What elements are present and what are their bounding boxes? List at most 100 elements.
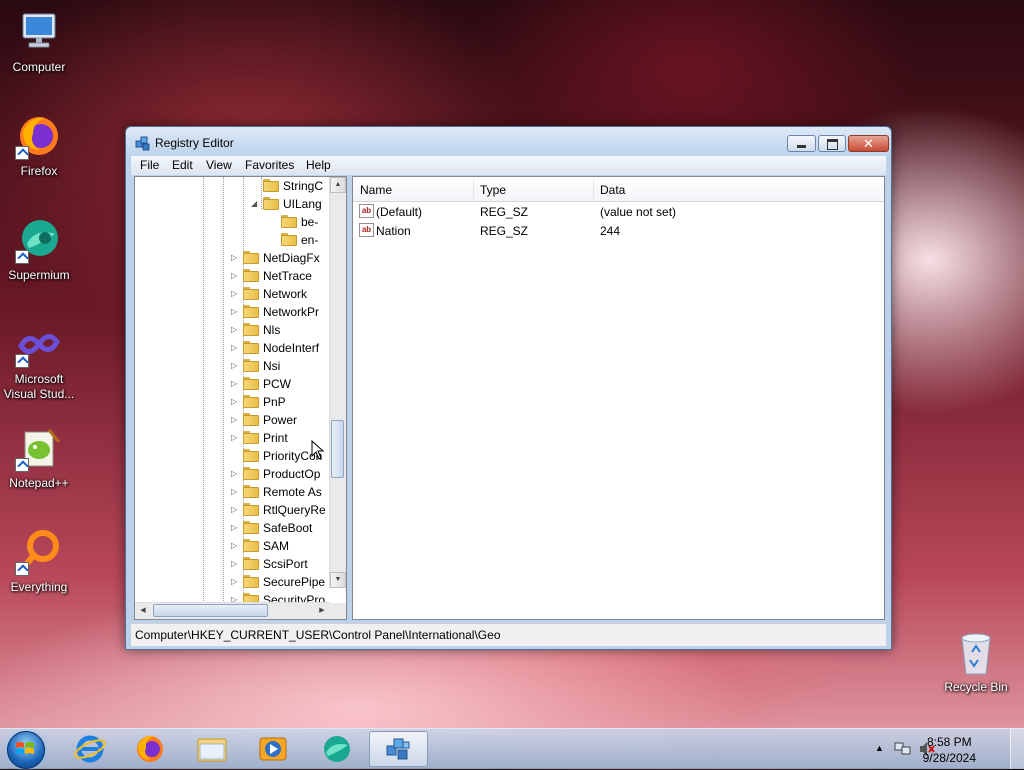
folder-icon — [243, 485, 259, 498]
values-list[interactable]: Name Type Data ab (Default) REG_SZ (valu… — [352, 176, 885, 620]
desktop-icon-visual-studio[interactable]: Microsoft Visual Stud... — [1, 320, 77, 402]
firefox-icon — [137, 735, 163, 762]
expand-arrow-icon[interactable]: ▷ — [231, 361, 239, 371]
expand-arrow-icon[interactable]: ▷ — [231, 343, 239, 353]
value-data: 244 — [600, 224, 621, 238]
value-row[interactable]: ab (Default) REG_SZ (value not set) — [353, 202, 884, 221]
string-value-icon: ab — [359, 223, 374, 237]
folder-icon — [243, 395, 259, 408]
expand-arrow-icon[interactable]: ▷ — [231, 433, 239, 443]
column-header-type[interactable]: Type — [480, 183, 506, 197]
scroll-left-button[interactable]: ◀ — [135, 603, 151, 619]
minimize-button[interactable] — [787, 135, 816, 152]
scroll-down-button[interactable]: ▼ — [330, 572, 346, 588]
expand-arrow-icon[interactable]: ▷ — [231, 487, 239, 497]
desktop-icon-supermium[interactable]: Supermium — [1, 216, 77, 283]
expand-arrow-icon[interactable]: ▷ — [231, 289, 239, 299]
registry-editor-icon — [135, 135, 151, 151]
menu-edit[interactable]: Edit — [172, 158, 193, 172]
value-type: REG_SZ — [480, 224, 529, 238]
value-row[interactable]: ab Nation REG_SZ 244 — [353, 221, 884, 240]
desktop-icon-label: Firefox — [20, 164, 58, 178]
taskbar-file-explorer[interactable] — [184, 731, 240, 767]
taskbar-media-player[interactable] — [245, 731, 301, 767]
scroll-up-button[interactable]: ▲ — [330, 177, 346, 193]
start-button[interactable] — [3, 730, 49, 769]
expand-arrow-icon[interactable]: ▷ — [231, 523, 239, 533]
tree-node-label: Network — [263, 287, 308, 301]
desktop-icon-computer[interactable]: Computer — [1, 8, 77, 75]
maximize-button[interactable] — [818, 135, 846, 152]
tree-node-label: PnP — [263, 395, 286, 409]
tree-node-label: PCW — [263, 377, 291, 391]
scroll-right-button[interactable]: ▶ — [314, 603, 330, 619]
expand-arrow-icon[interactable]: ▷ — [231, 559, 239, 569]
expand-arrow-icon[interactable]: ▷ — [231, 541, 239, 551]
value-name: (Default) — [376, 205, 423, 219]
folder-icon — [243, 269, 259, 282]
title-bar[interactable]: Registry Editor ✕ — [126, 127, 891, 157]
tree-node-label: Remote As — [263, 485, 322, 499]
menu-favorites[interactable]: Favorites — [245, 158, 294, 172]
shortcut-arrow-icon — [15, 562, 29, 576]
tree-node-label: NetTrace — [263, 269, 312, 283]
tree-vertical-scrollbar[interactable]: ▲ ▼ — [329, 177, 346, 588]
expand-arrow-icon[interactable]: ▷ — [231, 379, 239, 389]
scrollbar-corner — [330, 603, 346, 619]
expand-arrow-icon[interactable]: ▷ — [231, 577, 239, 587]
desktop-icon-firefox[interactable]: Firefox — [1, 112, 77, 179]
clock[interactable]: 8:58 PM 9/28/2024 — [923, 734, 976, 766]
folder-icon — [263, 197, 279, 210]
folder-icon — [243, 521, 259, 534]
computer-icon — [15, 8, 63, 56]
folder-icon — [243, 467, 259, 480]
taskbar-firefox[interactable] — [122, 731, 178, 767]
show-hidden-icons-button[interactable]: ▲ — [875, 743, 884, 753]
desktop-icon-recycle-bin[interactable]: Recycle Bin — [938, 630, 1014, 695]
expand-arrow-icon[interactable]: ▷ — [231, 397, 239, 407]
notepadpp-icon — [15, 424, 63, 472]
value-data: (value not set) — [600, 205, 677, 219]
tree-node-label: ProductOp — [263, 467, 321, 481]
desktop-icon-notepadpp[interactable]: Notepad++ — [1, 424, 77, 491]
close-button[interactable]: ✕ — [848, 135, 889, 152]
scroll-thumb[interactable] — [331, 420, 344, 478]
taskbar-supermium[interactable] — [308, 731, 364, 767]
tree-horizontal-scrollbar[interactable]: ◀ ▶ — [135, 602, 330, 619]
folder-icon — [243, 557, 259, 570]
scroll-thumb[interactable] — [153, 604, 268, 617]
expand-arrow-icon[interactable]: ▷ — [231, 325, 239, 335]
registry-tree[interactable]: StringC ◢ UILang be-en- ▷ NetDiagFx ▷ NetTrace ▷… — [134, 176, 347, 620]
everything-icon — [15, 528, 63, 576]
menu-help[interactable]: Help — [306, 158, 331, 172]
expand-arrow-icon[interactable]: ▷ — [231, 253, 239, 263]
tree-node-label: SafeBoot — [263, 521, 313, 535]
folder-icon — [243, 359, 259, 372]
column-header-data[interactable]: Data — [600, 183, 625, 197]
registry-editor-window[interactable]: Registry Editor ✕ File Edit View Favorit… — [125, 126, 892, 650]
show-desktop-button[interactable] — [1010, 729, 1024, 769]
expand-arrow-icon[interactable]: ▷ — [231, 307, 239, 317]
network-icon[interactable] — [894, 741, 912, 757]
desktop-icon-everything[interactable]: Everything — [1, 528, 77, 595]
folder-icon — [243, 449, 259, 462]
shortcut-arrow-icon — [15, 354, 29, 368]
taskbar-registry-editor[interactable] — [369, 731, 428, 767]
folder-icon — [243, 503, 259, 516]
column-separator[interactable] — [593, 179, 594, 199]
expand-arrow-icon[interactable]: ▷ — [231, 505, 239, 515]
menu-view[interactable]: View — [206, 158, 232, 172]
tree-node-label: NodeInterf — [263, 341, 320, 355]
expand-arrow-icon[interactable]: ▷ — [231, 271, 239, 281]
value-name: Nation — [376, 224, 411, 238]
column-header-name[interactable]: Name — [360, 183, 392, 197]
supermium-icon — [15, 216, 63, 264]
taskbar-internet-explorer[interactable] — [62, 731, 118, 767]
expand-arrow-icon[interactable]: ▷ — [231, 469, 239, 479]
expand-arrow-icon[interactable]: ▷ — [231, 415, 239, 425]
column-separator[interactable] — [473, 179, 474, 199]
system-tray: ▲ 8:58 PM 9/28/2024 — [864, 729, 1024, 769]
expand-arrow-icon[interactable]: ◢ — [251, 199, 259, 209]
menu-file[interactable]: File — [140, 158, 159, 172]
